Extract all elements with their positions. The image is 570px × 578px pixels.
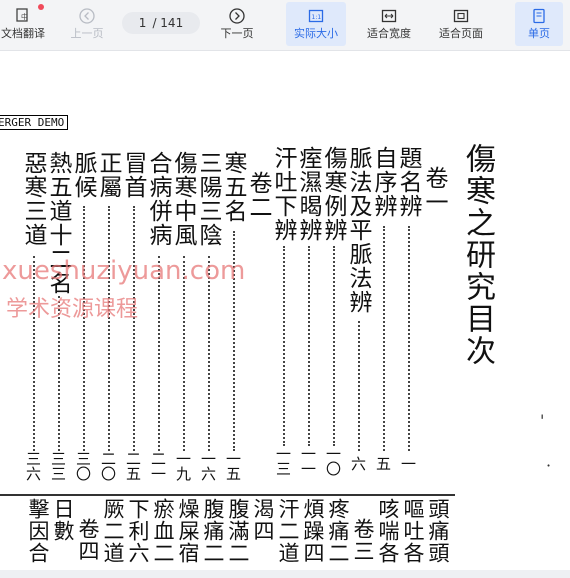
toc-entry-text: 汗吐下辨 [270,146,296,242]
toc-entry-text: 卷一 [421,166,447,214]
toc-entry-text: 傷寒中風 [170,151,196,247]
toc-entry-text: 咳喘各 [376,498,400,564]
document-page: ERGER DEMO 傷寒之研究目次 卷一 題名辨 一 自序辨 五 脈法及平脈法… [0,51,570,578]
toc-entry-page: 二一 [149,451,167,481]
toc-leader [83,206,85,451]
toc-entry-text: 日數 [51,498,75,542]
toc-entry-text: 渴四 [251,498,275,542]
toc-entry-text: 傷寒例辨 [320,146,346,242]
toc-leader [283,246,285,446]
notification-dot [38,4,44,10]
page-total: / 141 [152,16,184,30]
toc-entry-text: 頭痛頭 [426,498,450,564]
toc-entry-page: 一一 [299,446,317,476]
single-page-button[interactable]: 单页 [515,2,563,46]
fit-page-label: 适合页面 [439,27,483,40]
section-divider [0,494,455,496]
toc-entry-text: 脈候 [70,151,96,199]
status-bar [0,570,570,578]
toc-entry-page: 一三 [274,446,292,476]
toc-entry-page: 二〇 [99,451,117,481]
toc-entry-text: 正屬 [95,151,121,199]
watermark-url: xueshuziyuan.com [2,256,246,286]
toc-leader [308,246,310,446]
page-current[interactable]: 1 [139,16,147,30]
fit-page-button[interactable]: 适合页面 [430,2,492,46]
toc-entry-text: 燥屎宿 [176,498,200,564]
page-mark: · [546,456,552,475]
toc-entry-text: 痓濕暍辨 [295,146,321,242]
toc-entry-text: 腹滿二 [226,498,250,564]
toolbar: 中 文档翻译 上一页 1 / 141 下一页 1:1 实际大小 适合宽度 适合页… [0,0,570,51]
toc-leader [108,206,110,451]
toc-entry-text: 卷二 [245,171,271,219]
toc-leader [333,246,335,446]
toc-entry-text: 嘔吐各 [401,498,425,564]
next-page-button[interactable]: 下一页 [212,2,262,46]
toc-entry-page: 三〇 [74,451,92,481]
fit-width-label: 适合宽度 [367,27,411,40]
prev-page-label: 上一页 [70,27,104,40]
single-page-icon [533,8,545,24]
toc-entry-page: 六 [349,456,367,471]
toc-leader [358,321,360,451]
toc-entry-text: 厥二道 [101,498,125,564]
toc-entry-text: 卷四 [76,518,100,562]
toc-entry-text: 卷三 [351,518,375,562]
toc-leader [133,206,135,451]
fit-width-icon [381,9,397,23]
translate-icon: 中 [16,8,28,22]
demo-label: ERGER DEMO [0,115,69,130]
toc-leader [383,226,385,451]
next-page-label: 下一页 [220,27,254,40]
toc-entry-page: 一 [399,456,417,471]
translate-label: 文档翻译 [1,27,45,40]
toc-entry-page: 二五 [124,451,142,481]
svg-text:中: 中 [21,12,28,21]
chevron-right-icon [229,8,245,24]
toc-leader [408,226,410,451]
toc-entry-page: 一五 [224,451,242,481]
toc-title: 傷寒之研究目次 [460,143,495,367]
toc-entry-text: 合病併病 [145,151,171,247]
toc-entry-text: 擊因合 [26,498,50,564]
actual-size-button[interactable]: 1:1 实际大小 [286,2,346,46]
toc-entry-text: 下利六 [126,498,150,564]
toc-entry-page: 三三 [49,451,67,481]
toc-entry-page: 一〇 [324,446,342,476]
fit-width-button[interactable]: 适合宽度 [358,2,420,46]
prev-page-button[interactable]: 上一页 [62,2,112,46]
toc-entry-page: 五 [374,456,392,471]
page-indicator[interactable]: 1 / 141 [122,12,200,34]
svg-text:1:1: 1:1 [312,14,322,21]
chevron-left-icon [79,8,95,24]
actual-size-label: 实际大小 [294,27,338,40]
toc-entry-page: 三六 [24,451,42,481]
toc-entry-text: 三陽三陰 [195,151,221,247]
watermark-text: 学术资源课程 [6,297,139,322]
fit-page-icon [453,9,469,23]
toc-entry-text: 題名辨 [395,146,421,218]
actual-size-icon: 1:1 [308,9,324,23]
page-mark: ' [540,411,545,430]
toc-entry-text: 煩躁四 [301,498,325,564]
toc-entry-text: 冒首 [120,151,146,199]
toc-entry-text: 惡寒三道 [20,151,46,247]
toc-entry-text: 腹痛二 [201,498,225,564]
toc-entry-text: 疼痛二 [326,498,350,564]
toc-entry-page: 一六 [199,451,217,481]
toc-entry-page: 一九 [174,451,192,481]
toc-entry-text: 脈法及平脈法辨 [345,146,371,314]
toc-entry-text: 汗二道 [276,498,300,564]
single-page-label: 单页 [528,27,550,40]
toc-entry-text: 瘀血二 [151,498,175,564]
toc-entry-text: 自序辨 [370,146,396,218]
toc-entry-text: 寒五名 [220,151,246,223]
